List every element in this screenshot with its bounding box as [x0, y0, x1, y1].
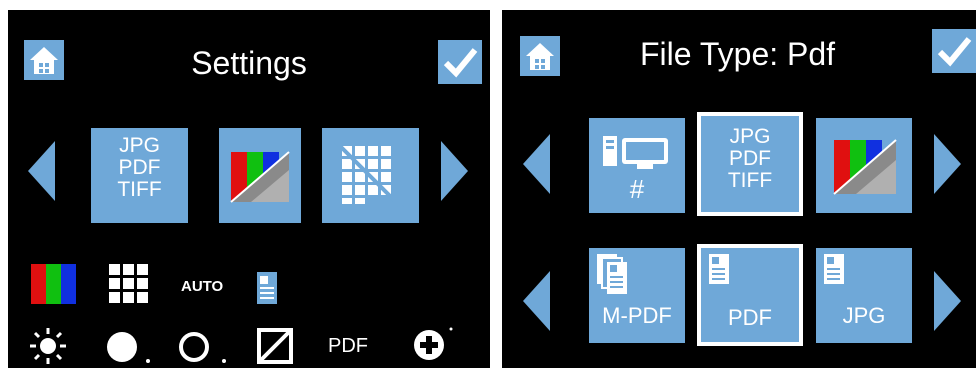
- filled-circle-status: [106, 330, 150, 368]
- pdf-label: PDF: [728, 305, 772, 330]
- format-tiff-text: TIFF: [727, 169, 773, 192]
- add-status[interactable]: [413, 326, 455, 367]
- color-mode-tile[interactable]: [219, 128, 301, 223]
- page-title: File Type: Pdf: [640, 36, 836, 72]
- check-icon: [937, 37, 972, 67]
- color-status: [31, 264, 76, 309]
- color-mode-icon: [31, 264, 76, 304]
- resolution-grid-icon: [334, 140, 404, 210]
- auto-status: AUTO: [181, 278, 224, 295]
- brightness-icon: [30, 328, 66, 364]
- format-jpg-text: JPG: [119, 134, 160, 157]
- format-jpg-text: JPG: [729, 125, 771, 148]
- empty-circle-status: [178, 330, 228, 368]
- check-icon: [443, 48, 478, 78]
- brightness-status: [28, 326, 68, 368]
- settings-panel: Settings JPG PDF TIFF AUTO PDF: [8, 10, 490, 368]
- next-arrow-button[interactable]: [441, 141, 468, 201]
- document-icon: [257, 272, 277, 304]
- mpdf-label: M-PDF: [602, 303, 672, 328]
- resolution-status: [109, 264, 149, 309]
- format-pdf-text: PDF: [729, 147, 771, 170]
- counter-tile[interactable]: #: [589, 118, 685, 213]
- confirm-button[interactable]: [932, 29, 976, 73]
- file-type-panel: File Type: Pdf # JPG PDF TIFF M-PDF PDF …: [502, 10, 976, 368]
- next-arrow-button[interactable]: [934, 134, 961, 194]
- multi-pdf-tile[interactable]: M-PDF: [589, 248, 685, 343]
- empty-circle-icon: [179, 332, 226, 363]
- format-tiff-text: TIFF: [117, 178, 162, 201]
- document-icon: [709, 254, 729, 284]
- prev-arrow-button[interactable]: [28, 141, 55, 201]
- document-icon: [824, 254, 844, 284]
- pc-monitor-icon: [603, 136, 668, 169]
- file-format-tile[interactable]: JPG PDF TIFF: [697, 112, 803, 216]
- resolution-grid-icon: [109, 264, 148, 303]
- counter-label: #: [629, 174, 645, 204]
- multi-page-icon: [597, 254, 627, 294]
- color-mode-tile[interactable]: [816, 118, 912, 213]
- color-mode-icon: [833, 139, 897, 195]
- plus-icon: [414, 327, 453, 360]
- filled-circle-icon: [107, 332, 150, 363]
- jpg-tile[interactable]: JPG: [816, 248, 912, 343]
- file-format-tile[interactable]: JPG PDF TIFF: [91, 128, 188, 223]
- contrast-status: [257, 328, 293, 368]
- home-button[interactable]: [520, 36, 560, 76]
- home-icon: [526, 43, 554, 70]
- contrast-icon: [257, 328, 293, 364]
- next-arrow-button[interactable]: [934, 271, 961, 331]
- prev-arrow-button[interactable]: [523, 134, 550, 194]
- format-status: PDF: [328, 335, 368, 357]
- format-pdf-text: PDF: [118, 156, 161, 179]
- confirm-button[interactable]: [438, 40, 482, 84]
- color-mode-icon: [230, 151, 290, 203]
- resolution-tile[interactable]: [322, 128, 419, 223]
- pdf-tile[interactable]: PDF: [697, 244, 803, 346]
- document-status: [257, 272, 277, 309]
- page-title: Settings: [191, 45, 307, 81]
- prev-arrow-button[interactable]: [523, 271, 550, 331]
- jpg-label: JPG: [842, 303, 886, 328]
